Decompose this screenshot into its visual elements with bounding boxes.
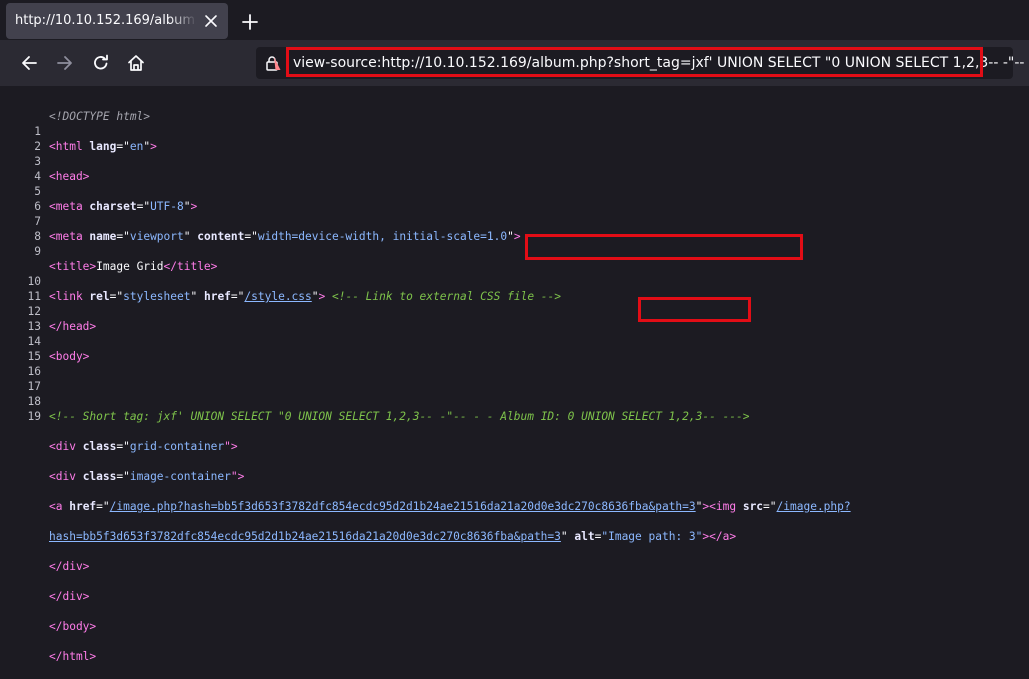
line-numbers: 123456789 10 11 12 13 14 15 16 17 18 19 xyxy=(27,125,41,423)
forward-arrow-icon[interactable] xyxy=(55,53,75,73)
source-line: <div class="image-container"> xyxy=(49,470,245,483)
url-highlight-box xyxy=(286,47,983,77)
image-src-link[interactable]: /image.php? xyxy=(777,500,851,513)
source-line: <div class="grid-container"> xyxy=(49,440,238,453)
source-line: </body> xyxy=(49,620,97,633)
plus-icon[interactable] xyxy=(240,12,260,32)
doctype-line: <!DOCTYPE html> xyxy=(49,110,151,123)
tab-title: http://10.10.152.169/album.php xyxy=(15,13,197,28)
source-line-wrap: hash=bb5f3d653f3782dfc854ecdc95d2d1b24ae… xyxy=(49,530,737,543)
home-icon[interactable] xyxy=(126,53,146,73)
source-line: <html lang="en"> xyxy=(49,140,157,153)
back-arrow-icon[interactable] xyxy=(19,53,39,73)
close-icon[interactable] xyxy=(202,12,220,30)
source-line: <head> xyxy=(49,170,90,183)
source-line: <title>Image Grid</title> xyxy=(49,260,218,273)
source-line: <body> xyxy=(49,350,90,363)
source-line: <meta charset="UTF-8"> xyxy=(49,200,198,213)
image-path-highlight-box xyxy=(638,297,751,322)
image-link[interactable]: /image.php?hash=bb5f3d653f3782dfc854ecdc… xyxy=(110,500,696,513)
tab-strip: http://10.10.152.169/album.php xyxy=(0,0,1029,40)
reload-icon[interactable] xyxy=(91,53,111,73)
lock-warning-icon[interactable] xyxy=(264,54,282,72)
source-code: <!DOCTYPE html> <html lang="en"> <head> … xyxy=(49,94,851,679)
source-line: </div> xyxy=(49,560,90,573)
source-line: <a href="/image.php?hash=bb5f3d653f3782d… xyxy=(49,500,851,513)
image-src-link-continued[interactable]: hash=bb5f3d653f3782dfc854ecdc95d2d1b24ae… xyxy=(49,530,561,543)
source-line: </div> xyxy=(49,590,90,603)
browser-tab[interactable]: http://10.10.152.169/album.php xyxy=(6,3,228,39)
album-id-highlight-box xyxy=(525,234,803,260)
source-line: </html> xyxy=(49,650,97,663)
injected-comment-line: <!-- Short tag: jxf' UNION SELECT "0 UNI… xyxy=(49,410,750,423)
stylesheet-link[interactable]: /style.css xyxy=(244,290,311,303)
image-alt-text: "Image path: 3" xyxy=(601,530,703,543)
